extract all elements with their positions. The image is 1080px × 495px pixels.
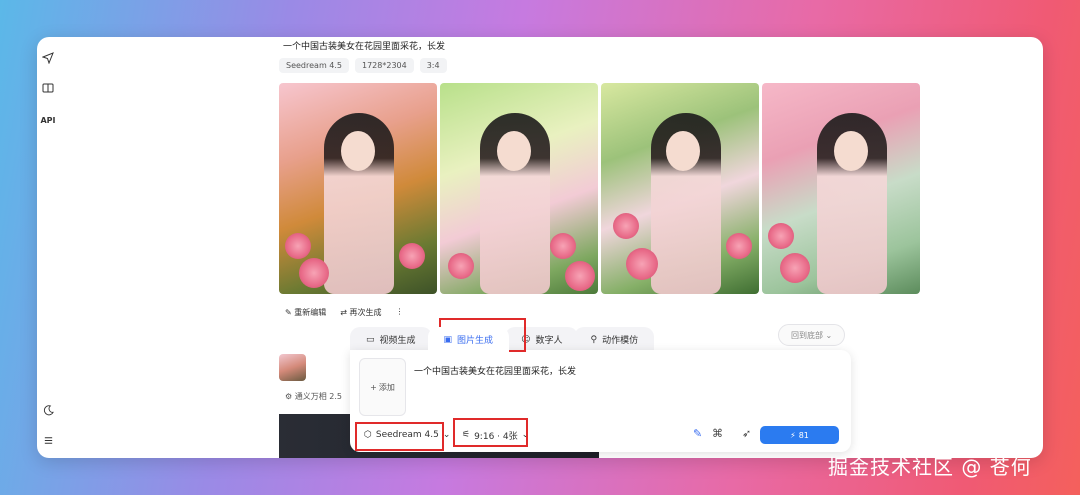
more-button[interactable]: ⋮ xyxy=(396,307,404,318)
tab-digital-human[interactable]: ☺ 数字人 xyxy=(505,327,579,352)
back-to-bottom-label: 回到底部 xyxy=(791,330,823,340)
generated-images xyxy=(279,83,920,294)
tab-motion-label: 动作模仿 xyxy=(602,336,639,346)
result-actions: ✎ 重新编辑 ⇄ 再次生成 ⋮ xyxy=(285,307,404,318)
model-icon: ⚙ xyxy=(285,392,293,401)
history-thumbnail[interactable] xyxy=(279,354,306,381)
generate-cost: 81 xyxy=(798,430,809,440)
re-edit-label: 重新编辑 xyxy=(294,308,327,317)
generate-button[interactable]: ⚡ 81 xyxy=(760,426,839,444)
composer-tabs: ▭ 视频生成 ▣ 图片生成 ☺ 数字人 ⚲ 动作模仿 xyxy=(350,327,655,352)
generated-image[interactable] xyxy=(762,83,920,294)
tag-ratio: 3:4 xyxy=(419,58,447,73)
moon-icon[interactable] xyxy=(41,403,55,417)
shield-icon: ⬡ xyxy=(364,430,372,440)
rocket-icon[interactable]: ➶ xyxy=(742,427,751,440)
regenerate-button[interactable]: ⇄ 再次生成 xyxy=(340,307,381,318)
settings-icon: ⚟ xyxy=(462,430,471,440)
translate-icon[interactable]: ⌘ xyxy=(712,427,723,440)
lightning-icon: ⚡ xyxy=(790,430,796,440)
tab-video[interactable]: ▭ 视频生成 xyxy=(350,327,432,352)
app-window: API 一个中国古装美女在花园里面采花，长发 Seedream 4.5 1728… xyxy=(37,37,1043,458)
ratio-select[interactable]: ⚟ 9:16 · 4张 ⌄ xyxy=(458,426,533,444)
tab-motion[interactable]: ⚲ 动作模仿 xyxy=(574,327,655,352)
video-icon: ▭ xyxy=(366,334,375,345)
ratio-select-label: 9:16 · 4张 xyxy=(474,431,518,442)
tag-model: Seedream 4.5 xyxy=(279,58,349,73)
generated-image[interactable] xyxy=(440,83,598,294)
regenerate-label: 再次生成 xyxy=(349,308,382,317)
composer-panel: + 添加 一个中国古装美女在花园里面采花，长发 ⬡ Seedream 4.5 ⌄… xyxy=(350,350,851,452)
person-icon: ☺ xyxy=(521,334,531,345)
image-icon: ▣ xyxy=(443,334,453,345)
left-rail: API xyxy=(37,37,59,458)
tab-video-label: 视频生成 xyxy=(379,336,416,346)
result-prompt: 一个中国古装美女在花园里面采花，长发 xyxy=(283,42,446,52)
run-icon: ⚲ xyxy=(590,334,598,345)
prompt-input[interactable]: 一个中国古装美女在花园里面采花，长发 xyxy=(414,364,576,377)
chevron-down-icon: ⌄ xyxy=(521,430,530,440)
model-select[interactable]: ⬡ Seedream 4.5 ⌄ xyxy=(360,426,454,444)
generated-image[interactable] xyxy=(279,83,437,294)
api-label[interactable]: API xyxy=(40,113,55,127)
tab-digital-human-label: 数字人 xyxy=(535,336,563,346)
history-model: ⚙ 通义万相 2.5 xyxy=(285,391,342,402)
book-icon[interactable] xyxy=(41,81,55,95)
watermark: 掘金技术社区 @ 苍何 xyxy=(828,455,1032,479)
history-model-label: 通义万相 2.5 xyxy=(294,392,342,401)
edit-icon[interactable]: ✎ xyxy=(693,427,702,440)
tab-image-label: 图片生成 xyxy=(457,336,494,346)
menu-icon[interactable] xyxy=(41,433,55,447)
plus-icon: + xyxy=(370,382,377,392)
tag-resolution: 1728*2304 xyxy=(355,58,414,73)
re-edit-button[interactable]: ✎ 重新编辑 xyxy=(285,307,326,318)
tab-image[interactable]: ▣ 图片生成 xyxy=(427,327,510,352)
send-icon[interactable] xyxy=(41,51,55,65)
result-tags: Seedream 4.5 1728*2304 3:4 xyxy=(279,58,447,73)
add-reference-button[interactable]: + 添加 xyxy=(359,358,406,416)
add-label: 添加 xyxy=(378,382,395,392)
generated-image[interactable] xyxy=(601,83,759,294)
model-select-label: Seedream 4.5 xyxy=(375,430,439,440)
back-to-bottom-button[interactable]: 回到底部 ⌄ xyxy=(778,324,846,346)
chevron-down-icon: ⌄ xyxy=(442,430,451,440)
